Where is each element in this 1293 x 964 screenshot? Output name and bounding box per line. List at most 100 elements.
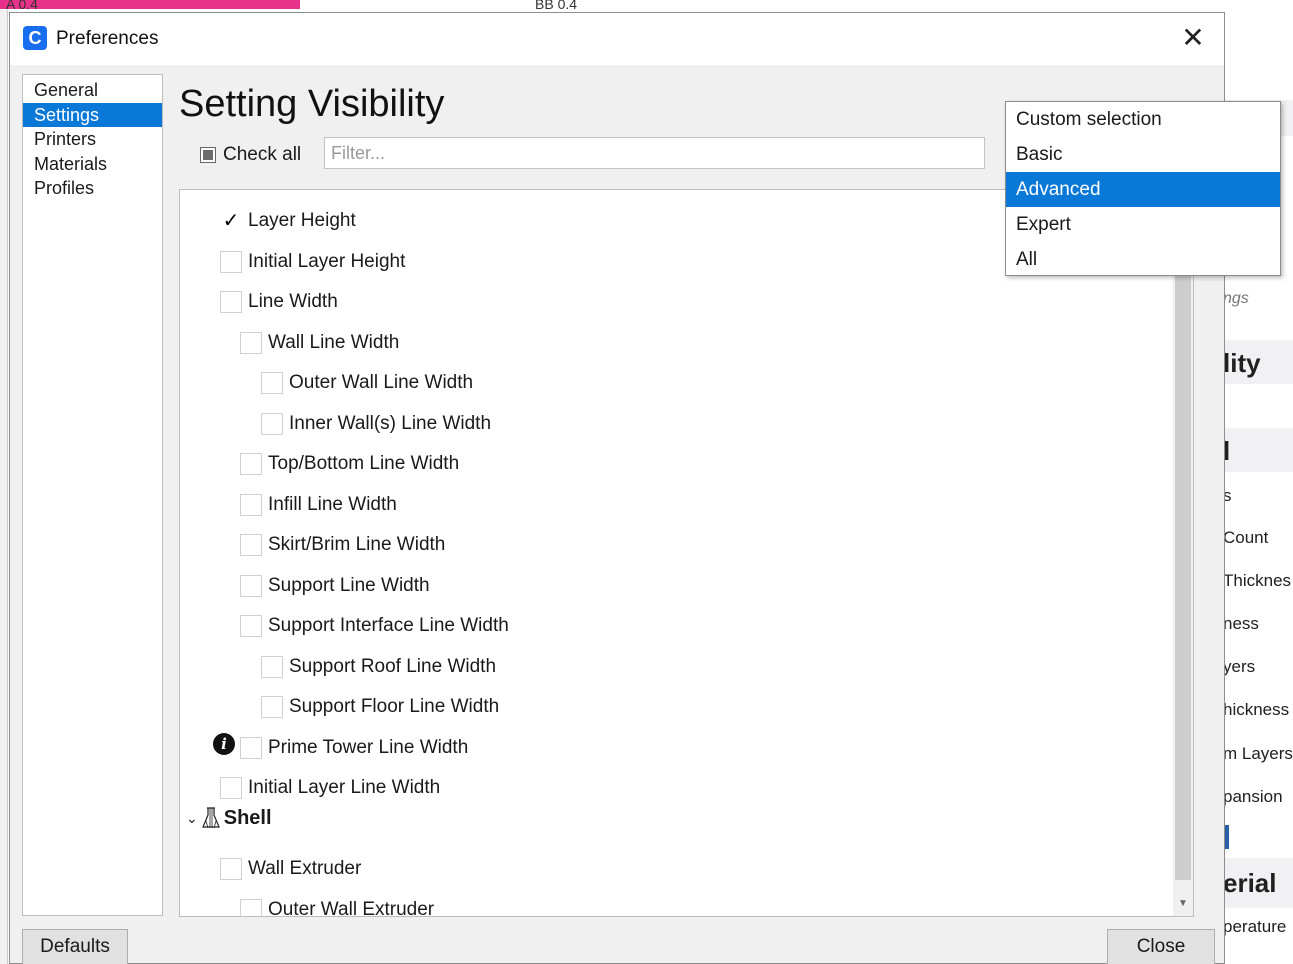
setting-label: Wall Extruder — [248, 858, 362, 879]
settings-list: ✓ Layer Height Initial Layer Height Line… — [179, 189, 1194, 917]
setting-row-outer-wall-extruder[interactable]: Outer Wall Extruder — [240, 895, 435, 917]
nav-item-settings[interactable]: Settings — [23, 102, 162, 127]
nav-item-profiles[interactable]: Profiles — [23, 176, 162, 201]
background-text: l — [1225, 436, 1231, 466]
setting-row-outer-wall-line-width[interactable]: Outer Wall Line Width — [261, 368, 473, 398]
setting-row-support-line-width[interactable]: Support Line Width — [240, 571, 430, 601]
setting-label: Prime Tower Line Width — [268, 737, 469, 758]
background-left-edge — [0, 10, 8, 964]
nav-item-general[interactable]: General — [23, 78, 162, 103]
dropdown-option-advanced[interactable]: Advanced — [1006, 172, 1280, 207]
background-band — [1225, 428, 1293, 472]
setting-label: Outer Wall Line Width — [289, 372, 474, 393]
checkbox[interactable] — [220, 777, 242, 799]
background-label: A 0.4 — [6, 0, 38, 12]
setting-row-initial-layer-line-width[interactable]: Initial Layer Line Width — [220, 773, 440, 803]
category-shell[interactable]: ⌄ Shell — [186, 803, 272, 833]
setting-label: Support Roof Line Width — [289, 656, 497, 677]
setting-label: Infill Line Width — [268, 494, 397, 515]
checkbox[interactable] — [240, 615, 262, 637]
setting-row-infill-line-width[interactable]: Infill Line Width — [240, 490, 397, 520]
scrollbar-thumb[interactable] — [1175, 190, 1191, 880]
checkbox[interactable] — [220, 291, 242, 313]
setting-label: Support Line Width — [268, 575, 430, 596]
setting-row-wall-line-width[interactable]: Wall Line Width — [240, 328, 399, 358]
setting-label: Skirt/Brim Line Width — [268, 534, 446, 555]
dropdown-option-basic[interactable]: Basic — [1006, 137, 1280, 172]
check-all-checkbox[interactable]: Check all — [200, 143, 301, 167]
shell-category-icon — [201, 807, 220, 829]
checkbox[interactable] — [220, 858, 242, 880]
setting-row-line-width[interactable]: Line Width — [220, 287, 338, 317]
background-text: yers — [1225, 657, 1256, 676]
setting-row-initial-layer-height[interactable]: Initial Layer Height — [220, 247, 405, 277]
checkbox[interactable] — [261, 656, 283, 678]
dropdown-option-expert[interactable]: Expert — [1006, 207, 1280, 242]
checkbox[interactable] — [240, 899, 262, 916]
setting-label: Top/Bottom Line Width — [268, 453, 460, 474]
checkbox[interactable]: ✓ — [220, 210, 242, 232]
checkbox[interactable] — [261, 413, 283, 435]
info-icon[interactable]: i — [213, 733, 235, 755]
setting-row-support-interface-line-width[interactable]: Support Interface Line Width — [240, 611, 509, 641]
dropdown-option-all[interactable]: All — [1006, 242, 1280, 277]
setting-label: Wall Line Width — [268, 332, 400, 353]
background-text: ness — [1225, 614, 1259, 633]
setting-label: Support Interface Line Width — [268, 615, 509, 636]
partial-checkbox-icon — [200, 147, 216, 163]
checkbox[interactable] — [220, 251, 242, 273]
chevron-down-icon: ⌄ — [186, 809, 198, 826]
setting-label: Support Floor Line Width — [289, 696, 500, 717]
setting-label: Line Width — [248, 291, 338, 312]
setting-row-support-floor-line-width[interactable]: Support Floor Line Width — [261, 692, 499, 722]
cura-logo-icon: C — [23, 26, 47, 50]
checkbox[interactable] — [240, 453, 262, 475]
setting-row-top-bottom-line-width[interactable]: Top/Bottom Line Width — [240, 449, 459, 479]
setting-row-prime-tower-line-width[interactable]: Prime Tower Line Width — [240, 733, 468, 763]
checkbox[interactable] — [240, 332, 262, 354]
checkbox[interactable] — [261, 696, 283, 718]
setting-label: Outer Wall Extruder — [268, 899, 435, 917]
setting-row-skirt-brim-line-width[interactable]: Skirt/Brim Line Width — [240, 530, 445, 560]
window-title: Preferences — [56, 28, 159, 49]
nav-item-materials[interactable]: Materials — [23, 152, 162, 177]
close-button[interactable]: Close — [1107, 929, 1215, 964]
background-text: ngs — [1225, 290, 1249, 307]
checkbox[interactable] — [240, 494, 262, 516]
background-label: BB 0.4 — [535, 0, 578, 12]
setting-label: Layer Height — [248, 210, 356, 231]
page-title: Setting Visibility — [179, 83, 445, 125]
background-text: pansion — [1225, 787, 1283, 806]
setting-label: Initial Layer Line Width — [248, 777, 441, 798]
checkbox[interactable] — [240, 737, 262, 759]
background-text: erial — [1225, 868, 1277, 898]
check-all-label: Check all — [223, 144, 302, 165]
background-accent-strip — [0, 0, 300, 9]
setting-row-support-roof-line-width[interactable]: Support Roof Line Width — [261, 652, 496, 682]
nav-item-printers[interactable]: Printers — [23, 127, 162, 152]
background-bar — [1225, 825, 1229, 849]
category-label: Shell — [223, 806, 272, 829]
preferences-nav: General Settings Printers Materials Prof… — [22, 74, 163, 916]
title-bar: C Preferences ✕ — [10, 13, 1224, 65]
defaults-button[interactable]: Defaults — [22, 929, 128, 964]
background-text: Count — [1225, 528, 1269, 547]
scroll-down-icon[interactable]: ▼ — [1175, 896, 1191, 912]
background-text: lity — [1225, 348, 1261, 378]
dropdown-option-custom-selection[interactable]: Custom selection — [1006, 102, 1280, 137]
checkbox[interactable] — [240, 575, 262, 597]
setting-label: Inner Wall(s) Line Width — [289, 413, 492, 434]
background-text: perature — [1225, 917, 1287, 936]
background-text: s — [1225, 486, 1232, 505]
checkbox[interactable] — [240, 534, 262, 556]
setting-row-layer-height[interactable]: ✓ Layer Height — [220, 206, 356, 236]
background-text: m Layers — [1225, 744, 1293, 763]
close-icon[interactable]: ✕ — [1176, 22, 1210, 56]
background-text: hickness — [1225, 700, 1290, 719]
background-text: Thicknes — [1225, 571, 1292, 590]
filter-input[interactable] — [324, 137, 985, 169]
setting-row-wall-extruder[interactable]: Wall Extruder — [220, 854, 361, 884]
setting-row-inner-wall-line-width[interactable]: Inner Wall(s) Line Width — [261, 409, 491, 439]
checkbox[interactable] — [261, 372, 283, 394]
settings-scrollbar[interactable]: ▼ — [1173, 190, 1193, 916]
